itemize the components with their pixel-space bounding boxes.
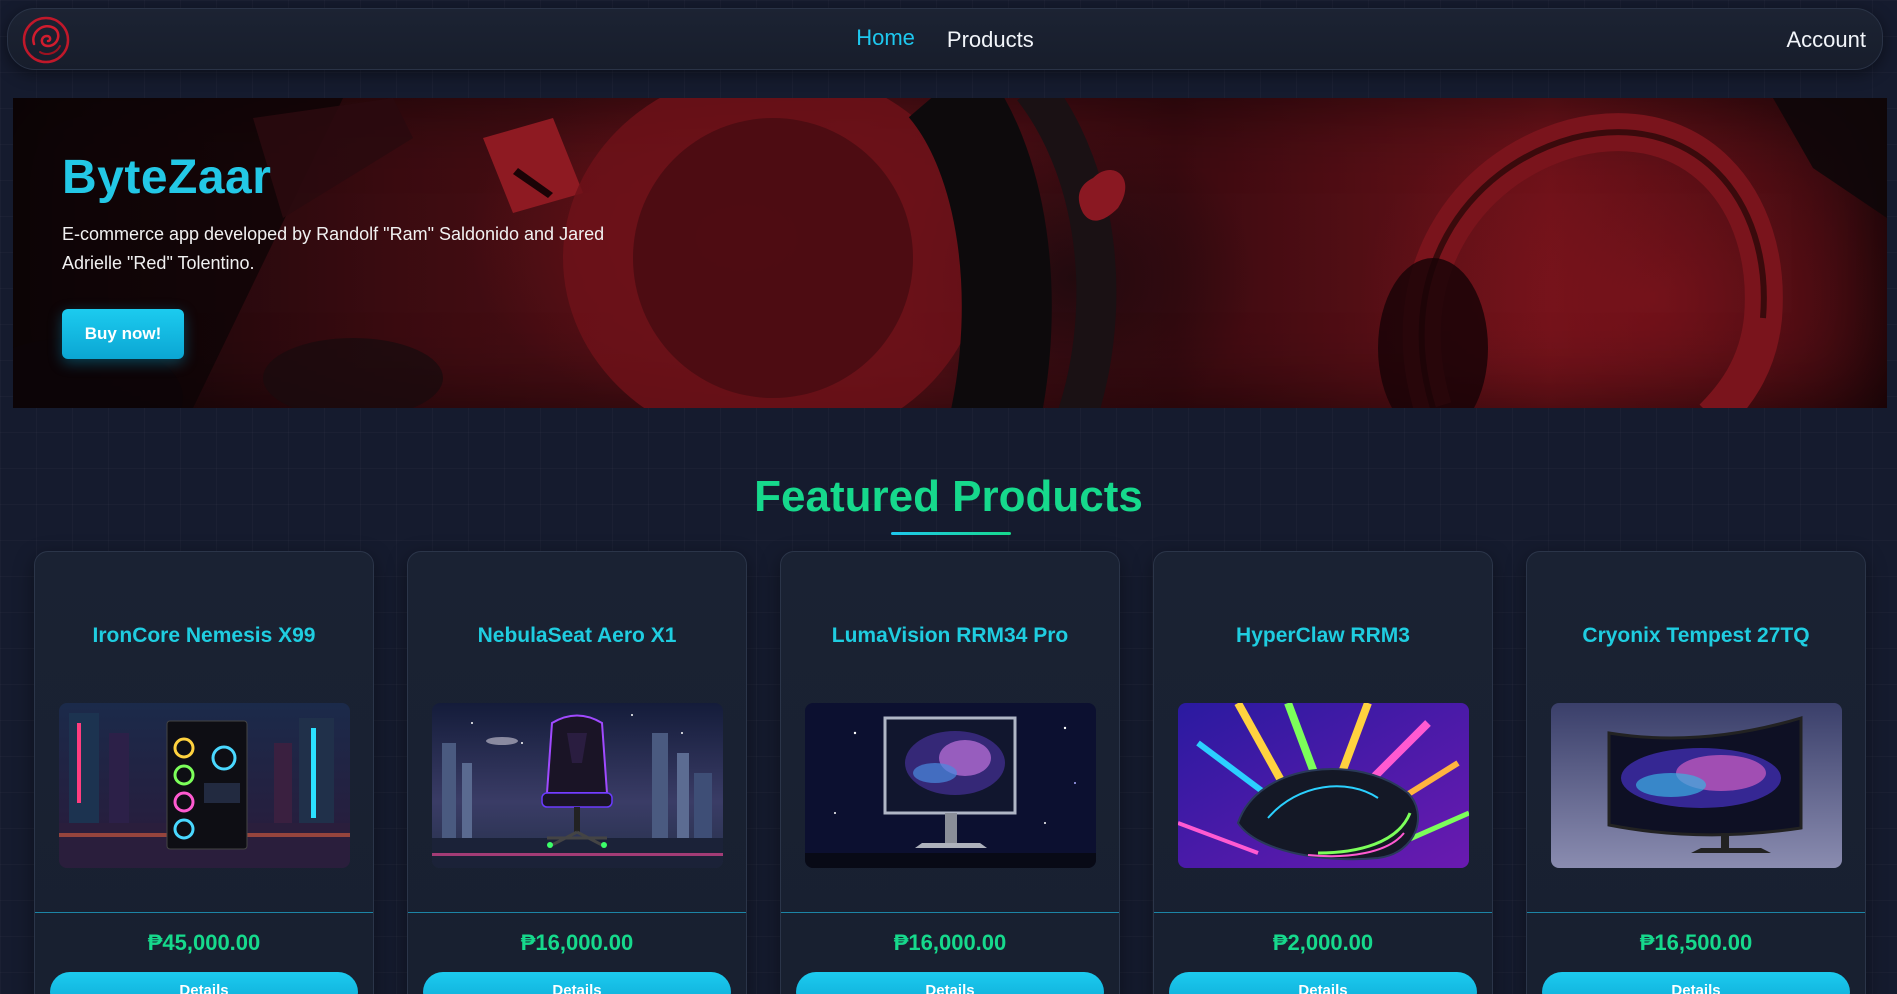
- card-divider: [1154, 912, 1492, 913]
- navbar: Home Products Account: [7, 8, 1883, 70]
- curved-monitor-image[interactable]: [1551, 703, 1842, 868]
- hero-description: E-commerce app developed by Randolf "Ram…: [62, 224, 605, 273]
- section-underline: [891, 532, 1011, 535]
- product-name: LumaVision RRM34 Pro: [831, 624, 1069, 647]
- card-divider: [35, 912, 373, 913]
- details-button[interactable]: Details: [1542, 972, 1850, 994]
- product-name: NebulaSeat Aero X1: [477, 624, 677, 647]
- product-name: Cryonix Tempest 27TQ: [1582, 624, 1810, 647]
- product-price: ₱2,000.00: [1272, 930, 1374, 955]
- details-button[interactable]: Details: [50, 972, 358, 994]
- product-card: LumaVision RRM34 Pro ₱16,000.00 Details: [780, 551, 1120, 994]
- hero-title: ByteZaar: [62, 151, 272, 204]
- featured-products-title: Featured Products: [754, 472, 1143, 521]
- product-card: Cryonix Tempest 27TQ ₱16,500.00 Details: [1526, 551, 1866, 994]
- product-price: ₱45,000.00: [147, 930, 261, 955]
- card-divider: [408, 912, 746, 913]
- product-card: IronCore Nemesis X99 ₱45,000.00 Details: [34, 551, 374, 994]
- card-divider: [1527, 912, 1865, 913]
- card-divider: [781, 912, 1119, 913]
- product-name: HyperClaw RRM3: [1236, 624, 1410, 647]
- gaming-pc-case-image[interactable]: [59, 703, 350, 868]
- details-button[interactable]: Details: [1169, 972, 1477, 994]
- details-button[interactable]: Details: [796, 972, 1104, 994]
- product-price: ₱16,000.00: [893, 930, 1007, 955]
- gaming-chair-image[interactable]: [432, 703, 723, 868]
- buy-now-button[interactable]: Buy now!: [62, 309, 184, 359]
- nav-link-products[interactable]: Products: [947, 27, 1034, 53]
- details-button[interactable]: Details: [423, 972, 731, 994]
- nav-link-account[interactable]: Account: [1787, 27, 1867, 53]
- nav-links: Home Products: [8, 9, 1882, 71]
- gaming-mouse-image[interactable]: [1178, 703, 1469, 868]
- product-name: IronCore Nemesis X99: [92, 624, 316, 647]
- hero-banner: ByteZaar E-commerce app developed by Ran…: [13, 98, 1887, 408]
- product-price: ₱16,500.00: [1639, 930, 1753, 955]
- product-card: NebulaSeat Aero X1 ₱16,000.00 Details: [407, 551, 747, 994]
- nav-link-home[interactable]: Home: [856, 25, 915, 51]
- product-price: ₱16,000.00: [520, 930, 634, 955]
- product-card: HyperClaw RRM3 ₱2,000.00 Details: [1153, 551, 1493, 994]
- monitor-image[interactable]: [805, 703, 1096, 868]
